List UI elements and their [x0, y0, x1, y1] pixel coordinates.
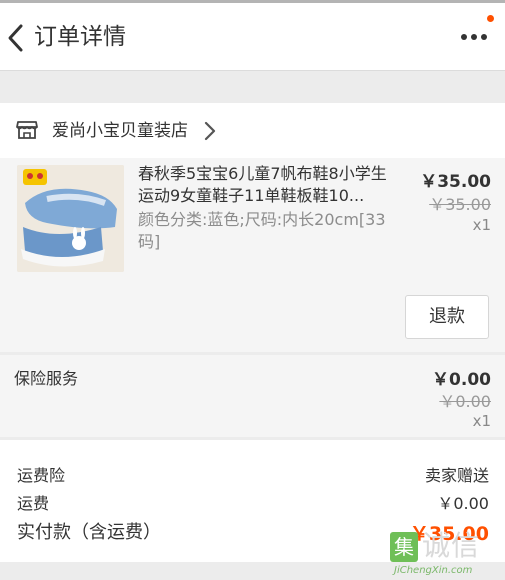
shop-row[interactable]: 爱尚小宝贝童装店 [0, 103, 505, 158]
product-title[interactable]: 春秋季5宝宝6儿童7帆布鞋8小学生运动9女童鞋子11单鞋板鞋10... [138, 163, 388, 207]
watermark-logo: 集 [390, 532, 418, 562]
watermark-url: JiChengXin.com [394, 565, 473, 576]
product-price: ￥35.00 [420, 172, 491, 192]
insurance-original-price: ￥0.00 [439, 392, 491, 411]
order-item[interactable]: 春秋季5宝宝6儿童7帆布鞋8小学生运动9女童鞋子11单鞋板鞋10... 颜色分类… [0, 158, 505, 352]
shipping-insurance-label: 运费险 [17, 466, 66, 485]
insurance-quantity: x1 [472, 412, 491, 430]
shipping-fee-value: ￥0.00 [437, 494, 489, 513]
shipping-fee-label: 运费 [17, 494, 50, 513]
chevron-right-icon[interactable] [204, 121, 216, 141]
insurance-price: ￥0.00 [432, 370, 491, 390]
more-icon[interactable] [460, 31, 488, 43]
product-image[interactable] [17, 165, 124, 272]
insurance-label: 保险服务 [14, 369, 79, 388]
product-original-price: ￥35.00 [429, 195, 491, 214]
back-icon[interactable] [6, 23, 26, 53]
nav-bar: 订单详情 [0, 3, 505, 71]
total-label: 实付款（含运费） [17, 522, 161, 543]
product-sku: 颜色分类:蓝色;尺码:内长20cm[33码] [138, 210, 386, 251]
insurance-row: 保险服务 ￥0.00 ￥0.00 x1 [0, 355, 505, 437]
notification-dot [487, 15, 494, 22]
watermark: 集 诚信 JiChengXin.com [388, 528, 505, 580]
watermark-text: 诚信 [422, 529, 481, 562]
page-title: 订单详情 [34, 24, 126, 50]
shop-icon [16, 121, 38, 139]
product-quantity: x1 [472, 216, 491, 234]
refund-button[interactable]: 退款 [405, 295, 489, 339]
shop-name[interactable]: 爱尚小宝贝童装店 [52, 119, 188, 143]
shipping-insurance-value: 卖家赠送 [424, 466, 489, 485]
